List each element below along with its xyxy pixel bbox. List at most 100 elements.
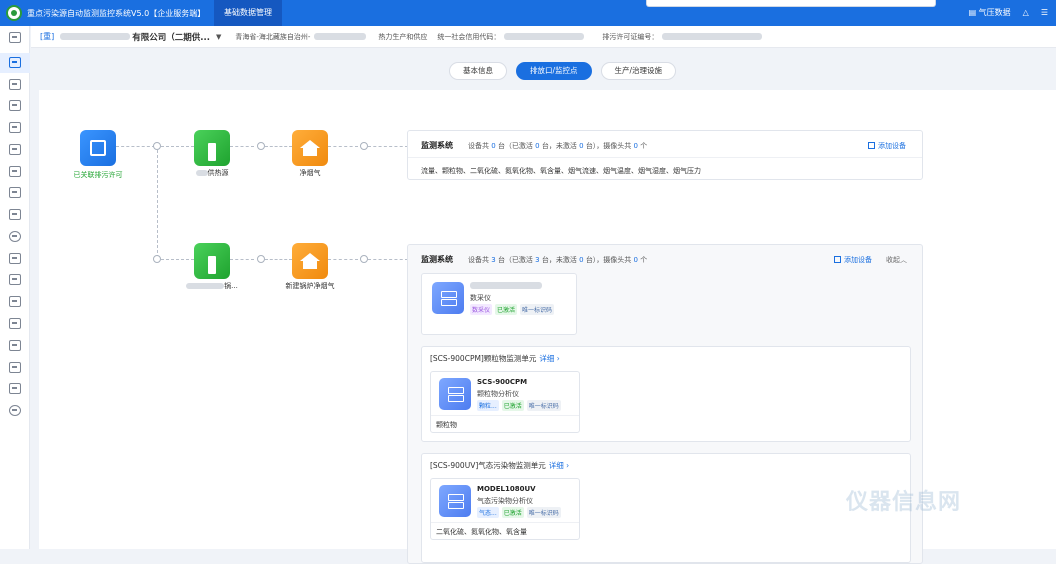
device-type: 数采仪: [470, 294, 491, 302]
tab-basic-info[interactable]: 基本信息: [449, 62, 507, 80]
redacted-credit-code: [504, 33, 585, 40]
industry-text: 热力生产和供应: [378, 32, 428, 41]
collapse-button[interactable]: 收起︿: [886, 255, 907, 265]
permit-number-label: 排污许可证编号：: [602, 32, 659, 41]
device-badges: 颗粒... 已激活 唯一标识码: [477, 400, 561, 411]
chevron-right-icon: ›: [563, 461, 570, 470]
unit-title: [SCS-900CPM]颗粒物监测单元 详细 ›: [430, 354, 560, 363]
unit-detail-link[interactable]: 详细: [539, 354, 554, 363]
monitoring-unit-card: [SCS-900UV]气态污染物监测单元 详细 › MODEL1080UV 气态污…: [421, 453, 911, 563]
sidebar-item-calendar-icon[interactable]: [9, 318, 21, 329]
house-icon: [300, 253, 320, 269]
connector-dot: [360, 255, 368, 263]
sidebar-item-chart-icon[interactable]: [9, 296, 21, 307]
device-model: MODEL1080UV: [477, 485, 536, 493]
server-device-icon: [439, 485, 471, 517]
sidebar-item-table-icon[interactable]: [9, 253, 21, 264]
device-parameters: 二氧化硫、氮氧化物、氧含量: [436, 528, 527, 536]
site-watermark: 仪器信息网: [846, 490, 962, 515]
credit-code-label: 统一社会信用代码：: [437, 32, 501, 41]
sidebar-item-stats-icon[interactable]: [9, 274, 21, 285]
divider: [408, 157, 922, 158]
connector-line: [328, 259, 358, 260]
unit-detail-link[interactable]: 详细: [549, 461, 564, 470]
tab-basic-data-management[interactable]: 基础数据管理: [214, 0, 282, 26]
badge-uid: 唯一标识码: [526, 400, 561, 411]
badge-uid: 唯一标识码: [520, 304, 555, 315]
connector-line: [116, 146, 155, 147]
connector-line: [161, 146, 194, 147]
app-title: 重点污染源自动监测监控系统V5.0【企业服务端】: [27, 9, 206, 18]
house-icon: [300, 140, 320, 156]
top-search-popup[interactable]: [646, 0, 936, 7]
badge-status: 已激活: [501, 400, 524, 411]
outlet-1-label: 净烟气: [299, 169, 321, 177]
data-collector-icon: [432, 282, 464, 314]
sidebar-item-device-icon[interactable]: [9, 187, 21, 198]
sidebar-item-document-icon[interactable]: [9, 362, 21, 373]
add-device-button[interactable]: 添加设备: [868, 141, 906, 151]
sidebar-item-alarm-icon[interactable]: [9, 166, 21, 177]
sidebar-item-outlets-icon[interactable]: [9, 57, 21, 68]
sidebar-item-camera-icon[interactable]: [9, 340, 21, 351]
sidebar-item-settings-icon[interactable]: [9, 405, 21, 416]
analyzer-device-card[interactable]: SCS-900CPM 颗粒物分析仪 颗粒... 已激活 唯一标识码 颗粒物: [430, 371, 580, 433]
plus-square-icon: [868, 142, 875, 149]
sidebar-item-data-icon[interactable]: [9, 144, 21, 155]
analyzer-device-card[interactable]: MODEL1080UV 气态污染物分析仪 气态... 已激活 唯一标识码 二氧化…: [430, 478, 580, 540]
bell-icon[interactable]: △: [1023, 8, 1029, 17]
user-menu-icon[interactable]: ☰: [1041, 8, 1048, 17]
badge-type: 气态...: [477, 507, 499, 518]
redacted-company-prefix: [60, 33, 131, 40]
outlet-node-2[interactable]: [292, 243, 328, 279]
connector-dot: [360, 142, 368, 150]
sidebar-item-report-icon[interactable]: [9, 100, 21, 111]
outlet-node-1[interactable]: [292, 130, 328, 166]
pressure-data-link[interactable]: ▤ 气压数据: [969, 7, 1011, 18]
badge-uid: 唯一标识码: [526, 507, 561, 518]
redacted-region: [314, 33, 367, 40]
tab-outlets-monitoring-points[interactable]: 排放口/监控点: [516, 62, 592, 80]
outlet-2-label: 新建锅炉净烟气: [285, 282, 335, 290]
device-parameters: 颗粒物: [436, 421, 457, 429]
badge-status: 已激活: [495, 304, 518, 315]
connector-line: [230, 259, 254, 260]
chevron-down-icon[interactable]: ▼: [216, 33, 221, 41]
badge-type: 数采仪: [470, 304, 493, 315]
connector-line: [161, 259, 194, 260]
connector-dot: [257, 255, 265, 263]
connector-line: [230, 146, 254, 147]
company-name[interactable]: 有限公司（二期供...: [132, 31, 210, 43]
monitor-system-stats: 设备共 3 台（已激活 3 台，未激活 0 台），摄像头共 0 个: [468, 256, 648, 264]
sidebar-collapse-icon[interactable]: [9, 32, 21, 43]
divider: [431, 522, 579, 523]
chevron-right-icon: ›: [554, 354, 560, 363]
monitor-system-title: 监测系统: [421, 141, 453, 150]
connector-dot: [153, 255, 161, 263]
device-model: SCS-900CPM: [477, 378, 528, 386]
sidebar-item-list-icon[interactable]: [9, 209, 21, 220]
sidebar-item-pie-icon[interactable]: [9, 231, 21, 242]
sidebar-item-monitor-icon[interactable]: [9, 79, 21, 90]
permit-node[interactable]: [80, 130, 116, 166]
permit-node-label: 已关联排污许可: [73, 171, 123, 179]
collector-device-card[interactable]: 数采仪 数采仪 已激活 唯一标识码: [421, 273, 577, 335]
redacted-boiler-prefix: [186, 283, 225, 289]
monitor-system-title: 监测系统: [421, 255, 453, 264]
heat-source-node[interactable]: [194, 130, 230, 166]
sidebar-item-edit-icon[interactable]: [9, 122, 21, 133]
monitoring-unit-card: [SCS-900CPM]颗粒物监测单元 详细 › SCS-900CPM 颗粒物分析…: [421, 346, 911, 442]
device-type: 颗粒物分析仪: [477, 390, 519, 398]
device-badges: 气态... 已激活 唯一标识码: [477, 507, 561, 518]
boiler-node[interactable]: [194, 243, 230, 279]
region-text: 青海省-海北藏族自治州-: [235, 32, 311, 41]
chart-icon: ▤: [968, 8, 979, 17]
tab-production-facilities[interactable]: 生产/治理设施: [600, 62, 677, 80]
connector-line: [328, 146, 358, 147]
boiler-label: 锅...: [179, 281, 245, 291]
sidebar-item-archive-icon[interactable]: [9, 383, 21, 394]
connector-line: [265, 259, 292, 260]
monitor-system-stats: 设备共 0 台（已激活 0 台，未激活 0 台），摄像头共 0 个: [468, 142, 648, 150]
connector-dot: [257, 142, 265, 150]
add-device-button[interactable]: 添加设备: [834, 255, 872, 265]
